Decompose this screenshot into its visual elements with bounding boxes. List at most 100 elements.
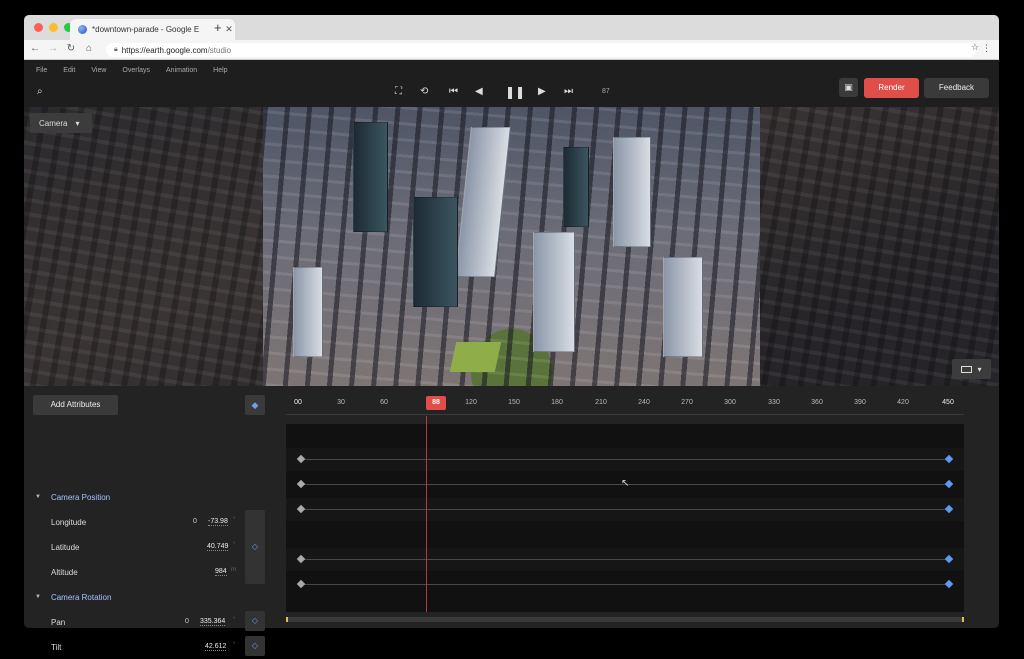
search-icon[interactable]: ⌕ — [37, 86, 43, 97]
close-window-button[interactable] — [34, 23, 43, 32]
loop-icon[interactable]: ⟲ — [420, 86, 428, 97]
prop-value[interactable]: 335.364 — [200, 618, 226, 626]
earth-studio-app: File Edit View Overlays Animation Help ⌕… — [24, 61, 999, 628]
3d-viewport[interactable]: Camera ▾ ▾ — [24, 107, 999, 386]
prop-unit: ° — [233, 617, 236, 623]
image-export-icon[interactable]: ▣ — [839, 78, 858, 97]
keyframe-start[interactable] — [296, 454, 306, 464]
section-title: Camera Position — [50, 492, 111, 502]
keyframe-end[interactable] — [944, 554, 954, 564]
collapse-arrow-icon[interactable]: ▼ — [35, 494, 41, 500]
new-tab-button[interactable]: + — [214, 20, 222, 35]
prop-unit: ° — [233, 642, 236, 648]
tick-label: 300 — [724, 399, 736, 406]
caret-down-icon: ▾ — [75, 118, 80, 128]
camera-dropdown-label: Camera — [39, 118, 68, 128]
navigation-bar: ← → ↻ ⌂ 🔒︎ https://earth.google.com/stud… — [24, 40, 999, 60]
section-title: Camera Rotation — [50, 592, 112, 602]
render-button[interactable]: Render — [864, 78, 919, 98]
prop-label: Longitude — [51, 518, 87, 527]
keyframe-end[interactable] — [944, 504, 954, 514]
tick-label: 00 — [294, 399, 302, 406]
timeline-scrollbar[interactable] — [286, 617, 964, 622]
prop-value[interactable]: -73.98 — [208, 518, 228, 526]
forward-arrow-icon[interactable]: → — [46, 43, 60, 54]
prop-pan: Pan 0 335.364 ° — [24, 612, 239, 634]
tick-label: 390 — [854, 399, 866, 406]
tick-label: 210 — [595, 399, 607, 406]
prop-unit: ° — [233, 517, 236, 523]
tilt-keyframe-button[interactable]: ◇ — [245, 636, 265, 656]
camera-dropdown[interactable]: Camera ▾ — [30, 113, 92, 133]
menu-view[interactable]: View — [91, 67, 106, 74]
reload-icon[interactable]: ↻ — [64, 43, 78, 54]
menu-animation[interactable]: Animation — [166, 67, 197, 74]
feedback-button[interactable]: Feedback — [924, 78, 989, 98]
tick-label: 240 — [638, 399, 650, 406]
collapse-arrow-icon[interactable]: ▼ — [35, 594, 41, 600]
tick-label: 180 — [551, 399, 563, 406]
prop-value[interactable]: 984 — [215, 568, 227, 576]
scroll-start-handle[interactable] — [286, 617, 288, 622]
prop-value[interactable]: 42.612 — [205, 643, 227, 651]
keyframe-end[interactable] — [944, 579, 954, 589]
position-keyframe-button[interactable]: ◇ — [245, 510, 265, 584]
prop-offset[interactable]: 0 — [185, 618, 189, 625]
skip-to-start-icon[interactable]: ⏮︎ — [449, 86, 458, 97]
keyframe-end[interactable] — [944, 454, 954, 464]
section-camera-position[interactable]: ▼ Camera Position — [24, 487, 279, 507]
prop-altitude: Altitude 984 m — [24, 562, 239, 584]
ruler-baseline — [286, 414, 964, 415]
browser-tab[interactable]: *downtown-parade - Google E ✕ — [70, 19, 235, 40]
keyframe-start[interactable] — [296, 579, 306, 589]
window-controls — [34, 23, 73, 32]
playhead-line — [426, 416, 427, 612]
track-tilt[interactable] — [286, 573, 964, 596]
keyframe-end[interactable] — [944, 479, 954, 489]
keyframe-start[interactable] — [296, 479, 306, 489]
fullscreen-icon[interactable]: ⛶ — [395, 86, 402, 97]
menu-overlays[interactable]: Overlays — [122, 67, 150, 74]
tick-label: 60 — [380, 399, 388, 406]
prop-latitude: Latitude 40.749 ° — [24, 537, 239, 559]
lock-icon: 🔒︎ — [114, 46, 118, 53]
back-arrow-icon[interactable]: ← — [28, 43, 42, 54]
menu-help[interactable]: Help — [213, 67, 227, 74]
track-pan[interactable] — [286, 548, 964, 571]
browser-menu-icon[interactable]: ⋮ — [982, 43, 991, 54]
tick-label: 120 — [465, 399, 477, 406]
minimize-window-button[interactable] — [49, 23, 58, 32]
prop-value[interactable]: 40.749 — [207, 543, 229, 551]
track-altitude[interactable] — [286, 498, 964, 521]
pause-icon[interactable]: ❚❚ — [505, 85, 525, 99]
menu-edit[interactable]: Edit — [63, 67, 75, 74]
menu-file[interactable]: File — [36, 67, 47, 74]
pan-keyframe-button[interactable]: ◇ — [245, 611, 265, 631]
keyframe-tracks[interactable] — [286, 424, 964, 612]
home-icon[interactable]: ⌂ — [82, 43, 96, 54]
tick-label: 330 — [768, 399, 780, 406]
track-longitude[interactable] — [286, 448, 964, 471]
tick-label: 420 — [897, 399, 909, 406]
scroll-end-handle[interactable] — [962, 617, 964, 622]
address-bar[interactable]: 🔒︎ https://earth.google.com/studio — [106, 43, 976, 57]
render-frame-preview — [263, 107, 760, 386]
earth-favicon-icon — [78, 25, 87, 34]
step-forward-icon[interactable]: ▶︎ — [538, 86, 546, 97]
playhead-handle[interactable]: 88 — [426, 396, 446, 410]
keyframe-toggle-icon[interactable]: ◆ — [245, 395, 265, 415]
browser-window: *downtown-parade - Google E ✕ + ← → ↻ ⌂ … — [24, 15, 999, 628]
url-host: https://earth.google.com — [121, 45, 208, 55]
park — [449, 342, 502, 372]
keyframe-start[interactable] — [296, 504, 306, 514]
skip-to-end-icon[interactable]: ⏭︎ — [564, 86, 573, 97]
keyframe-start[interactable] — [296, 554, 306, 564]
section-camera-rotation[interactable]: ▼ Camera Rotation — [24, 587, 279, 607]
timeline-ruler[interactable]: 00 30 60 120 150 180 210 240 270 300 330… — [286, 394, 964, 416]
bookmark-star-icon[interactable]: ☆ — [971, 42, 979, 53]
prop-offset[interactable]: 0 — [193, 518, 197, 525]
aspect-ratio-dropdown[interactable]: ▾ — [952, 359, 991, 379]
add-attributes-button[interactable]: Add Attributes — [33, 395, 118, 415]
tab-close-icon[interactable]: ✕ — [223, 24, 235, 35]
step-back-icon[interactable]: ◀︎ — [475, 86, 483, 97]
